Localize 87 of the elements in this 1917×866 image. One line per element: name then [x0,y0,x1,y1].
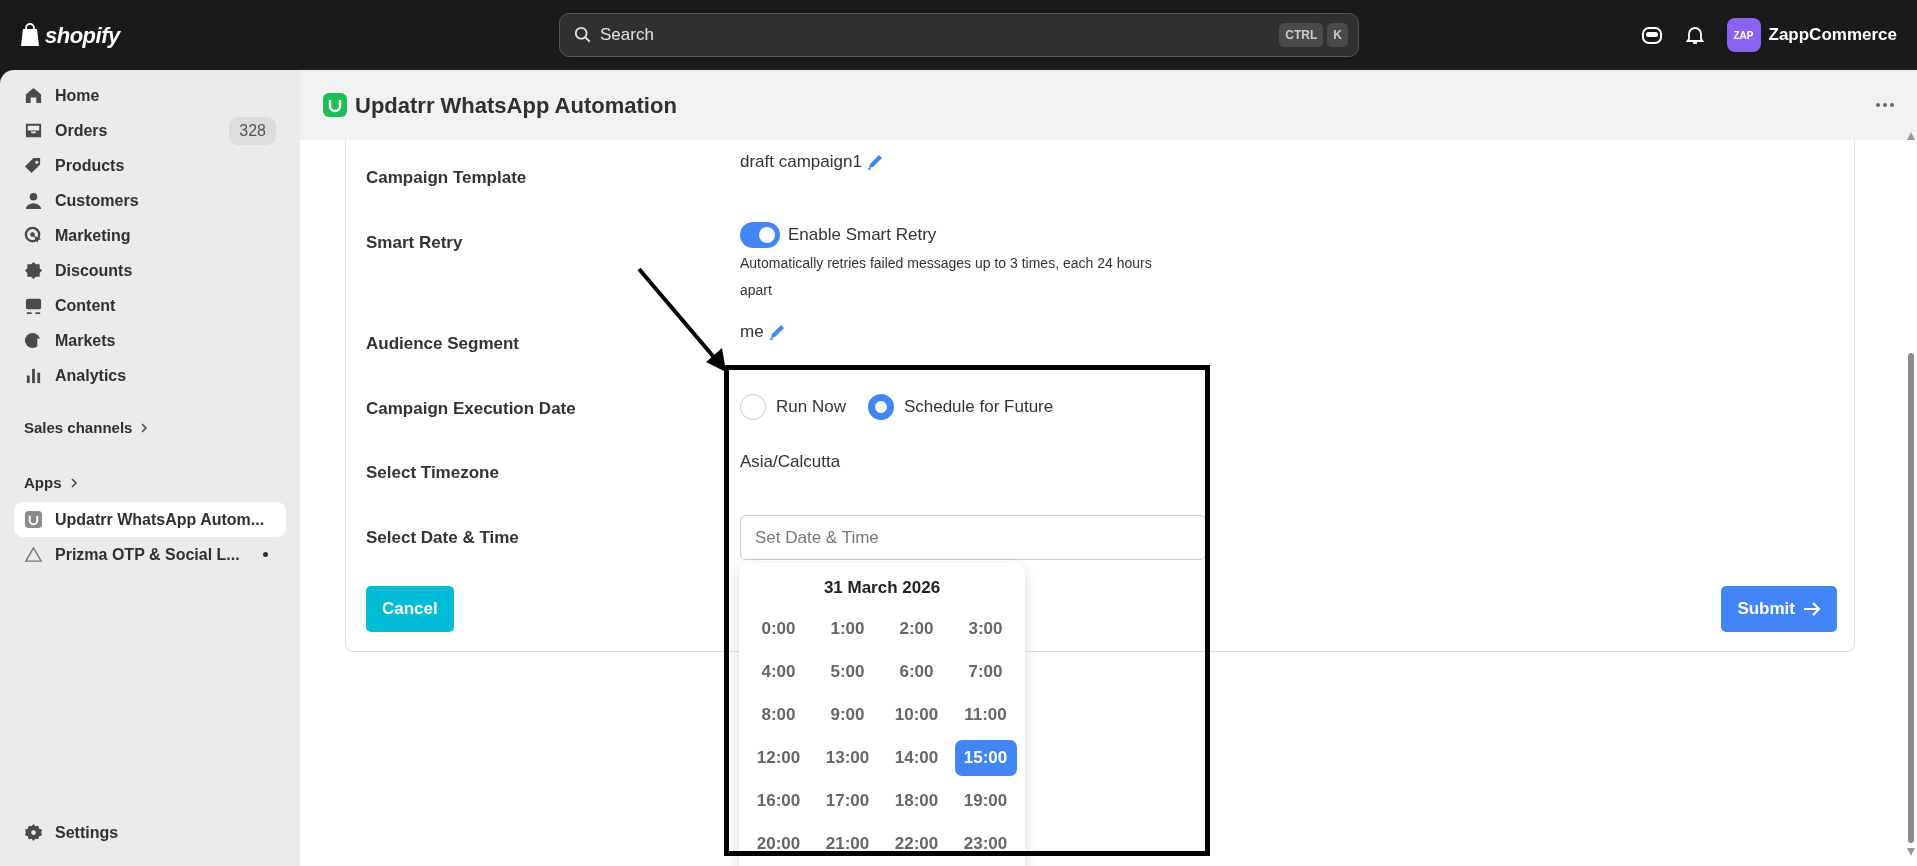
chevron-icon [69,476,78,489]
time-option[interactable]: 20:00 [747,825,810,862]
app-logo-icon [323,93,347,117]
pencil-icon[interactable] [767,323,786,341]
time-option[interactable]: 3:00 [954,610,1017,647]
time-option[interactable]: 5:00 [816,653,879,690]
date-time-field[interactable]: Set Date & Time [740,515,1206,560]
time-option[interactable]: 21:00 [816,825,879,862]
settings-link[interactable]: Settings [14,815,286,850]
home-icon [24,86,43,105]
app-icon [24,510,43,529]
chevron-icon [140,422,149,435]
sidebar-item[interactable]: Analytics [14,358,286,393]
time-option[interactable]: 11:00 [954,696,1017,733]
search-icon [574,26,592,44]
image-icon [24,296,43,315]
sidebar-item[interactable]: Customers [14,183,286,218]
field-label: Select Timezone [366,463,499,482]
key-hint: CTRL [1279,23,1324,47]
time-option[interactable]: 10:00 [885,696,948,733]
search-placeholder: Search [600,24,654,47]
time-option[interactable]: 7:00 [954,653,1017,690]
field-label: Campaign Execution Date [366,399,576,418]
bag-icon [20,23,40,47]
app-item[interactable]: Prizma OTP & Social L... [14,537,286,572]
sidebar-item[interactable]: Discounts [14,253,286,288]
app-title: Updatrr WhatsApp Automation [355,91,677,120]
count-badge: 328 [229,116,276,145]
sidebar-item[interactable]: Marketing [14,218,286,253]
sidebar-item[interactable]: Content [14,288,286,323]
sales-channels-link[interactable]: Sales channels [14,417,286,440]
time-option[interactable]: 23:00 [954,825,1017,862]
app-item[interactable]: Updatrr WhatsApp Autom... [14,502,286,537]
logo-text: shopify [45,21,120,50]
bar-chart-icon [24,366,43,385]
time-option[interactable]: 1:00 [816,610,879,647]
store-name[interactable]: ZappCommerce [1768,22,1897,48]
time-option[interactable]: 22:00 [885,825,948,862]
field-label: Select Date & Time [366,528,519,547]
store-avatar[interactable]: ZAP [1726,18,1761,52]
field-value: me [740,321,764,343]
inbox-icon [24,121,43,140]
search-field[interactable]: Search CTRL K [559,13,1359,57]
help-text: Automatically retries failed messages up to 3 times, each 24 hours apart [740,254,1153,300]
time-option[interactable]: 0:00 [747,610,810,647]
time-option[interactable]: 13:00 [816,739,879,776]
field-label: Audience Segment [366,334,520,353]
time-option[interactable]: 14:00 [885,739,948,776]
arrow-right-icon [1803,601,1821,617]
tag-icon [24,156,43,175]
triangle-icon [24,545,43,564]
sidebar-item[interactable]: Products [14,148,286,183]
submit-button[interactable]: Submit [1721,586,1837,632]
time-option[interactable]: 17:00 [816,782,879,819]
pencil-icon[interactable] [865,153,884,171]
bell-icon [1684,25,1705,45]
time-option[interactable]: 9:00 [816,696,879,733]
field-value: Asia/Calcutta [740,451,841,473]
time-option[interactable]: 15:00 [954,739,1017,776]
field-label: Smart Retry [366,233,463,252]
target-icon [24,226,43,245]
time-option[interactable]: 19:00 [954,782,1017,819]
time-option[interactable]: 18:00 [885,782,948,819]
badge-icon [24,261,43,280]
radio-button[interactable] [740,394,766,420]
radio-label: Schedule for Future [903,396,1054,418]
key-hint: K [1327,23,1348,47]
more-icon [1875,102,1895,108]
radio-button[interactable] [867,394,894,420]
time-option[interactable]: 8:00 [747,696,810,733]
time-option[interactable]: 2:00 [885,610,948,647]
field-value: draft campaign1 [740,151,862,173]
picker-date: 31 March 2026 [822,577,942,599]
apps-link[interactable]: Apps [14,471,286,494]
time-option[interactable]: 4:00 [747,653,810,690]
time-option[interactable]: 6:00 [885,653,948,690]
person-icon [24,191,43,210]
sidebar-item[interactable]: Home [14,78,286,113]
sidebar-item[interactable]: Markets [14,323,286,358]
sidebar-item[interactable]: Orders 328 [14,113,286,148]
time-option[interactable]: 12:00 [747,739,810,776]
time-option[interactable]: 16:00 [747,782,810,819]
field-label: Campaign Template [366,168,527,187]
gear-icon [24,823,43,842]
toggle-switch[interactable] [740,222,780,248]
radio-label: Run Now [776,396,846,418]
toggle-label: Enable Smart Retry [788,224,937,246]
